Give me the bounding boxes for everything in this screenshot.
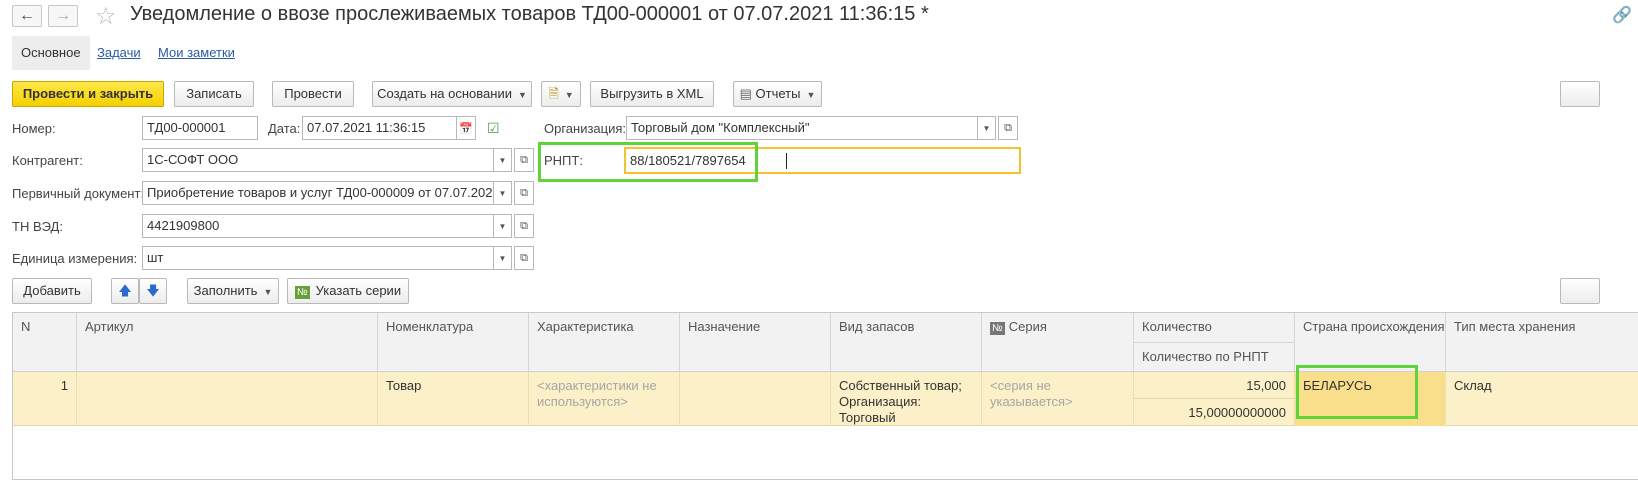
unit-open-button[interactable]: ⧉ [514,246,534,270]
primary-doc-dropdown[interactable]: ▼ [494,181,512,205]
organization-field[interactable]: Торговый дом "Комплексный" [626,116,978,140]
export-xml-button[interactable]: Выгрузить в XML [590,81,714,107]
col-quantity[interactable]: Количество [1134,313,1295,342]
move-up-button[interactable]: 🡅 [111,278,139,304]
col-article[interactable]: Артикул [77,313,378,371]
tab-main[interactable]: Основное [12,36,90,70]
fill-button[interactable]: Заполнить ▼ [187,278,279,304]
post-button[interactable]: Провести [272,81,354,107]
cell-nomenclature[interactable]: Товар [378,372,529,426]
more-button[interactable] [1560,81,1600,107]
country-highlight [1296,365,1418,419]
tab-tasks[interactable]: Задачи [97,36,141,70]
number-label: Номер: [12,121,56,136]
col-characteristic[interactable]: Характеристика [529,313,680,371]
rnpt-highlight [538,142,758,182]
cell-purpose[interactable] [680,372,831,426]
col-nomenclature[interactable]: Номенклатура [378,313,529,371]
move-down-button[interactable]: 🡇 [139,278,167,304]
col-purpose[interactable]: Назначение [680,313,831,371]
chevron-down-icon: ▼ [263,287,273,297]
create-based-label: Создать на основании [377,86,512,101]
series-number-icon: № [294,286,310,299]
window-title: Уведомление о ввозе прослеживаемых товар… [130,3,929,25]
chevron-down-icon: ▼ [564,90,574,100]
col-n[interactable]: N [13,313,77,371]
calendar-icon[interactable]: 📅 [456,116,476,140]
post-and-close-button[interactable]: Провести и закрыть [12,81,164,107]
series-number-icon: № [990,322,1005,335]
chevron-down-icon: ▼ [517,90,527,100]
chevron-down-icon: ▼ [806,90,816,100]
forward-button[interactable]: → [48,5,78,27]
create-based-on-button[interactable]: Создать на основании ▼ [372,81,532,107]
document-gear-icon: 🗎 [548,86,559,101]
reports-label: Отчеты [755,86,801,101]
organization-open-button[interactable]: ⧉ [998,116,1018,140]
tnved-open-button[interactable]: ⧉ [514,214,534,238]
save-button[interactable]: Записать [174,81,254,107]
counterparty-dropdown[interactable]: ▼ [494,148,512,172]
arrow-left-icon: ← [19,7,35,24]
add-row-button[interactable]: Добавить [12,278,92,304]
primary-doc-label: Первичный документ: [12,186,145,201]
counterparty-field[interactable]: 1С-СОФТ ООО [142,148,494,172]
unit-label: Единица измерения: [12,251,138,266]
col-storage-type[interactable]: Тип места хранения [1446,313,1638,371]
organization-label: Организация: [544,121,627,136]
print-menu-button[interactable]: 🗎 ▼ [541,81,581,107]
report-icon: ▤ [739,86,752,101]
text-cursor [786,153,787,169]
unit-field[interactable]: шт [142,246,494,270]
cell-series[interactable]: <серия не указывается> [982,372,1134,426]
cell-quantity-rnpt[interactable]: 15,00000000000 [1134,399,1295,426]
col-series-label: Серия [1008,319,1047,334]
primary-doc-open-button[interactable]: ⧉ [514,181,534,205]
back-button[interactable]: ← [12,5,42,27]
fill-label: Заполнить [193,283,258,298]
table-more-button[interactable] [1560,278,1600,304]
unit-dropdown[interactable]: ▼ [494,246,512,270]
col-quantity-rnpt[interactable]: Количество по РНПТ [1134,342,1295,371]
cell-stock-type[interactable]: Собственный товар; Организация: Торговый [831,372,982,426]
link-icon[interactable]: 🔗 [1612,5,1632,25]
col-series[interactable]: № Серия [982,313,1134,371]
reports-button[interactable]: ▤ Отчеты ▼ [733,81,822,107]
col-stock-type[interactable]: Вид запасов [831,313,982,371]
primary-doc-field[interactable]: Приобретение товаров и услуг ТД00-000009… [142,181,494,205]
tnved-dropdown[interactable]: ▼ [494,214,512,238]
date-field[interactable]: 07.07.2021 11:36:15 [302,116,457,140]
col-country[interactable]: Страна происхождения [1295,313,1446,371]
counterparty-open-button[interactable]: ⧉ [514,148,534,172]
counterparty-label: Контрагент: [12,153,83,168]
tnved-field[interactable]: 4421909800 [142,214,494,238]
arrow-right-icon: → [55,7,71,24]
number-field[interactable]: ТД00-000001 [142,116,258,140]
tab-my-notes[interactable]: Мои заметки [158,36,235,70]
cell-characteristic[interactable]: <характеристики не используются> [529,372,680,426]
arrow-up-icon: 🡅 [118,283,132,298]
cell-quantity[interactable]: 15,000 [1134,372,1295,399]
date-label: Дата: [268,121,301,136]
cell-n: 1 [13,372,77,426]
specify-series-button[interactable]: № Указать серии [287,278,409,304]
tnved-label: ТН ВЭД: [12,219,63,234]
favorite-star-icon[interactable]: ☆ [95,2,117,31]
check-date-icon[interactable]: ☑ [487,120,500,137]
organization-dropdown[interactable]: ▼ [978,116,996,140]
arrow-down-icon: 🡇 [146,283,160,298]
specify-series-label: Указать серии [315,283,402,298]
cell-storage-type[interactable]: Склад [1446,372,1638,426]
cell-article[interactable] [77,372,378,426]
